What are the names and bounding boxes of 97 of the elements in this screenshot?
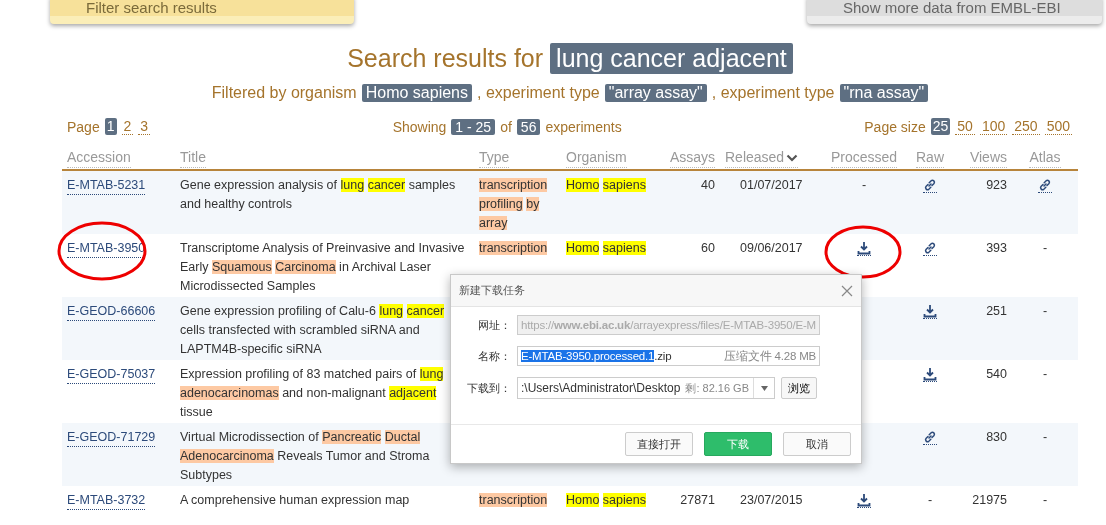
empty-value: - xyxy=(1042,240,1048,257)
download-icon xyxy=(857,241,871,255)
dialog-title: 新建下载任务 xyxy=(459,283,525,298)
empty-value: - xyxy=(861,177,867,194)
column-header[interactable]: Type xyxy=(479,148,510,168)
dialog-button[interactable]: 直接打开 xyxy=(625,432,693,456)
save-path-field[interactable]: :\Users\Administrator\Desktop 剩: 82.16 GB xyxy=(517,377,775,399)
empty-value: - xyxy=(1042,429,1048,446)
link-icon xyxy=(923,430,937,444)
column-header[interactable]: Released xyxy=(725,148,799,168)
column-header[interactable]: Processed xyxy=(830,148,898,168)
accession-link[interactable]: E-MTAB-5231 xyxy=(67,176,146,195)
results-heading: Search results for xyxy=(347,44,544,73)
count-tag: 1 - 25 xyxy=(451,118,496,135)
column-header[interactable]: Title xyxy=(180,148,206,168)
assays-count: 40 xyxy=(701,177,715,194)
page-size-link[interactable]: 100 xyxy=(979,118,1008,135)
type-text: transcription xyxy=(479,240,548,257)
download-button[interactable] xyxy=(857,493,871,508)
column-header[interactable]: Atlas xyxy=(1029,148,1061,168)
sort-caret-icon xyxy=(786,152,799,163)
release-date: 09/06/2017 xyxy=(740,240,803,257)
filter-text: , experiment type xyxy=(477,84,600,102)
page-link[interactable]: 3 xyxy=(138,118,151,135)
accession-link[interactable]: E-GEOD-71729 xyxy=(67,428,156,447)
views-count: 21975 xyxy=(972,492,1007,509)
close-icon[interactable] xyxy=(841,284,853,297)
download-icon xyxy=(857,493,871,507)
column-header[interactable]: Raw xyxy=(916,148,944,168)
link-button[interactable] xyxy=(923,430,937,445)
download-icon xyxy=(923,304,937,318)
page-label: Page xyxy=(67,118,100,135)
views-count: 251 xyxy=(986,303,1007,320)
organism-text: Homo sapiens xyxy=(566,240,646,257)
assays-count: 60 xyxy=(701,240,715,257)
download-button[interactable] xyxy=(857,241,871,256)
page-link[interactable]: 2 xyxy=(121,118,134,135)
empty-value: - xyxy=(1042,303,1048,320)
assays-count: 27871 xyxy=(680,492,715,509)
organism-text: Homo sapiens xyxy=(566,492,646,509)
type-text: transcription profiling by array xyxy=(479,177,549,232)
link-button[interactable] xyxy=(923,241,937,256)
showing-text: of xyxy=(500,118,512,135)
filter-tag: Homo sapiens xyxy=(361,84,472,102)
showing-text: Showing xyxy=(392,118,447,135)
page-size-label: Page size xyxy=(864,118,926,135)
showing-text: experiments xyxy=(545,118,622,135)
views-count: 830 xyxy=(986,429,1007,446)
url-label: 网址： xyxy=(477,317,511,333)
link-icon xyxy=(1038,178,1052,192)
title-text: A comprehensive human expression map xyxy=(180,492,410,509)
page-size-link[interactable]: 250 xyxy=(1012,118,1040,135)
filter-tag: "rna assay" xyxy=(839,84,929,102)
release-date: 01/07/2017 xyxy=(740,177,803,194)
filter-tag: "array assay" xyxy=(604,84,707,102)
file-info: 压缩文件 4.28 MB xyxy=(724,348,816,364)
empty-value: - xyxy=(1042,366,1048,383)
views-count: 540 xyxy=(986,366,1007,383)
more-data-panel-button[interactable]: Show more data from EMBL-EBI xyxy=(807,0,1102,24)
page-link[interactable]: 1 xyxy=(104,118,117,135)
page-size-link[interactable]: 25 xyxy=(930,118,951,135)
download-icon xyxy=(923,367,937,381)
organism-text: Homo sapiens xyxy=(566,177,646,194)
type-text: transcription xyxy=(479,492,548,509)
filter-text: Filtered by organism xyxy=(211,84,357,102)
count-tag: 56 xyxy=(516,118,541,135)
empty-value: - xyxy=(927,492,933,509)
filter-panel-button[interactable]: Filter search results xyxy=(50,0,354,24)
query-tag: lung cancer adjacent xyxy=(550,43,793,74)
page-size-link[interactable]: 500 xyxy=(1044,118,1072,135)
browse-button[interactable]: 浏览 xyxy=(781,377,817,399)
free-space: 剩: 82.16 GB xyxy=(685,380,750,396)
title-text: Gene expression analysis of lung cancer samples and healthy controls xyxy=(180,177,457,213)
link-icon xyxy=(923,241,937,255)
link-button[interactable] xyxy=(923,178,937,193)
views-count: 393 xyxy=(986,240,1007,257)
empty-value: - xyxy=(1042,492,1048,509)
column-header[interactable]: Views xyxy=(969,148,1007,168)
link-icon xyxy=(923,178,937,192)
views-count: 923 xyxy=(986,177,1007,194)
download-button[interactable] xyxy=(923,367,937,382)
filter-text: , experiment type xyxy=(711,84,835,102)
column-header[interactable]: Organism xyxy=(566,148,627,168)
page-size-link[interactable]: 50 xyxy=(955,118,975,135)
accession-link[interactable]: E-GEOD-75037 xyxy=(67,365,156,384)
save-to-label: 下载到： xyxy=(466,380,511,396)
link-button[interactable] xyxy=(1038,178,1052,193)
column-header[interactable]: Assays xyxy=(669,148,715,168)
release-date: 23/07/2015 xyxy=(740,492,803,509)
name-label: 名称： xyxy=(477,348,511,364)
download-button[interactable] xyxy=(923,304,937,319)
accession-link[interactable]: E-MTAB-3732 xyxy=(67,491,146,510)
column-header[interactable]: Accession xyxy=(67,148,131,168)
dialog-button[interactable]: 取消 xyxy=(783,432,851,456)
accession-link[interactable]: E-GEOD-66606 xyxy=(67,302,156,321)
download-button[interactable]: 下载 xyxy=(704,432,772,456)
file-name-field[interactable]: E-MTAB-3950.processed.1.zip 压缩文件 4.28 MB xyxy=(517,346,820,366)
